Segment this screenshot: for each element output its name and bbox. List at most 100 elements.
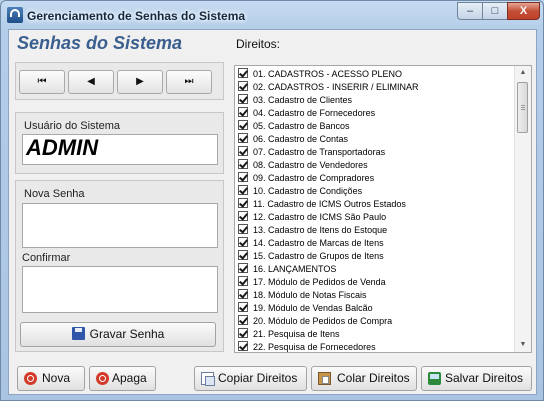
permission-checkbox[interactable] [238,289,248,299]
permission-label: 08. Cadastro de Vendedores [253,160,368,170]
permission-label: 02. CADASTROS - INSERIR / ELIMINAR [253,82,419,92]
permission-label: 07. Cadastro de Transportadoras [253,147,386,157]
permission-checkbox[interactable] [238,185,248,195]
confirm-password-field[interactable] [22,266,218,313]
permission-item[interactable]: 22. Pesquisa de Fornecedores [238,341,376,352]
permission-checkbox[interactable] [238,81,248,91]
permission-checkbox[interactable] [238,120,248,130]
permission-item[interactable]: 14. Cadastro de Marcas de Itens [238,237,384,250]
permission-checkbox[interactable] [238,107,248,117]
permission-checkbox[interactable] [238,276,248,286]
permission-checkbox[interactable] [238,211,248,221]
apaga-button[interactable]: Apaga [89,366,156,391]
copy-icon [201,372,215,386]
scroll-down-icon[interactable]: ▼ [515,338,531,352]
permission-item[interactable]: 02. CADASTROS - INSERIR / ELIMINAR [238,81,419,94]
minimize-button[interactable]: – [457,2,483,20]
permission-checkbox[interactable] [238,159,248,169]
scroll-grip [521,109,525,110]
permission-checkbox[interactable] [238,250,248,260]
permission-item[interactable]: 11. Cadastro de ICMS Outros Estados [238,198,406,211]
permission-label: 21. Pesquisa de Itens [253,329,340,339]
permission-item[interactable]: 08. Cadastro de Vendedores [238,159,368,172]
permission-checkbox[interactable] [238,172,248,182]
permission-item[interactable]: 10. Cadastro de Condições [238,185,362,198]
permission-label: 17. Módulo de Pedidos de Venda [253,277,386,287]
permission-label: 16. LANÇAMENTOS [253,264,337,274]
permission-item[interactable]: 09. Cadastro de Compradores [238,172,374,185]
permission-label: 14. Cadastro de Marcas de Itens [253,238,384,248]
permission-label: 13. Cadastro de Itens do Estoque [253,225,388,235]
permission-item[interactable]: 05. Cadastro de Bancos [238,120,350,133]
permission-checkbox[interactable] [238,263,248,273]
first-record-button[interactable]: ⏮ [19,70,65,94]
paste-permissions-label: Colar Direitos [337,371,410,385]
permission-checkbox[interactable] [238,302,248,312]
permission-item[interactable]: 16. LANÇAMENTOS [238,263,336,276]
permission-item[interactable]: 20. Módulo de Pedidos de Compra [238,315,392,328]
close-button[interactable]: X [507,2,540,20]
save-password-label: Gravar Senha [89,327,165,341]
new-password-field[interactable] [22,203,218,248]
save-permissions-button[interactable]: Salvar Direitos [421,366,532,391]
maximize-button[interactable]: □ [482,2,508,20]
permission-label: 01. CADASTROS - ACESSO PLENO [253,69,403,79]
vertical-scrollbar[interactable]: ▲ ▼ [514,66,531,352]
permission-item[interactable]: 13. Cadastro de Itens do Estoque [238,224,387,237]
permission-label: 09. Cadastro de Compradores [253,173,375,183]
permission-checkbox[interactable] [238,328,248,338]
permission-item[interactable]: 18. Módulo de Notas Fiscais [238,289,367,302]
permission-label: 12. Cadastro de ICMS São Paulo [253,212,387,222]
permission-label: 06. Cadastro de Contas [253,134,349,144]
record-navigator: ⏮ ◀ ▶ ⏭ [15,62,224,100]
permission-checkbox[interactable] [238,237,248,247]
app-icon [7,7,23,23]
permission-item[interactable]: 15. Cadastro de Grupos de Itens [238,250,384,263]
permission-checkbox[interactable] [238,94,248,104]
confirm-password-label: Confirmar [22,252,71,264]
permission-checkbox[interactable] [238,341,248,351]
next-record-button[interactable]: ▶ [117,70,163,94]
permission-label: 11. Cadastro de ICMS Outros Estados [253,199,406,209]
page-title: Senhas do Sistema [17,33,183,53]
permission-label: 10. Cadastro de Condições [253,186,363,196]
nova-label: Nova [42,371,71,385]
permission-item[interactable]: 06. Cadastro de Contas [238,133,348,146]
scroll-thumb[interactable] [517,82,528,133]
apaga-label: Apaga [112,371,147,385]
permission-checkbox[interactable] [238,224,248,234]
permission-item[interactable]: 17. Módulo de Pedidos de Venda [238,276,386,289]
title-bar: Gerenciamento de Senhas do Sistema – □ X [1,1,543,29]
permission-label: 22. Pesquisa de Fornecedores [253,342,376,352]
permission-checkbox[interactable] [238,133,248,143]
permission-checkbox[interactable] [238,68,248,78]
user-field[interactable]: ADMIN [22,134,218,165]
permission-item[interactable]: 04. Cadastro de Fornecedores [238,107,375,120]
nova-button[interactable]: Nova [17,366,85,391]
permission-checkbox[interactable] [238,198,248,208]
scroll-up-icon[interactable]: ▲ [515,66,531,80]
permissions-list[interactable]: 01. CADASTROS - ACESSO PLENO 02. CADASTRO… [234,65,532,353]
permission-item[interactable]: 12. Cadastro de ICMS São Paulo [238,211,386,224]
permission-label: 19. Módulo de Vendas Balcão [253,303,373,313]
scroll-grip [521,105,525,106]
permission-label: 03. Cadastro de Clientes [253,95,353,105]
permission-item[interactable]: 07. Cadastro de Transportadoras [238,146,385,159]
paste-permissions-button[interactable]: Colar Direitos [311,366,417,391]
permission-checkbox[interactable] [238,146,248,156]
permission-item[interactable]: 03. Cadastro de Clientes [238,94,352,107]
window-title: Gerenciamento de Senhas do Sistema [27,9,246,23]
permission-item[interactable]: 21. Pesquisa de Itens [238,328,340,341]
permission-label: 20. Módulo de Pedidos de Compra [253,316,393,326]
last-record-button[interactable]: ⏭ [166,70,212,94]
save-password-button[interactable]: Gravar Senha [20,322,216,347]
prev-record-button[interactable]: ◀ [68,70,114,94]
permission-item[interactable]: 19. Módulo de Vendas Balcão [238,302,373,315]
scroll-grip [521,107,525,108]
permission-checkbox[interactable] [238,315,248,325]
floppy-icon [71,327,85,340]
direitos-label: Direitos: [236,37,281,51]
copy-permissions-label: Copiar Direitos [218,371,298,385]
permission-item[interactable]: 01. CADASTROS - ACESSO PLENO [238,68,402,81]
copy-permissions-button[interactable]: Copiar Direitos [194,366,307,391]
